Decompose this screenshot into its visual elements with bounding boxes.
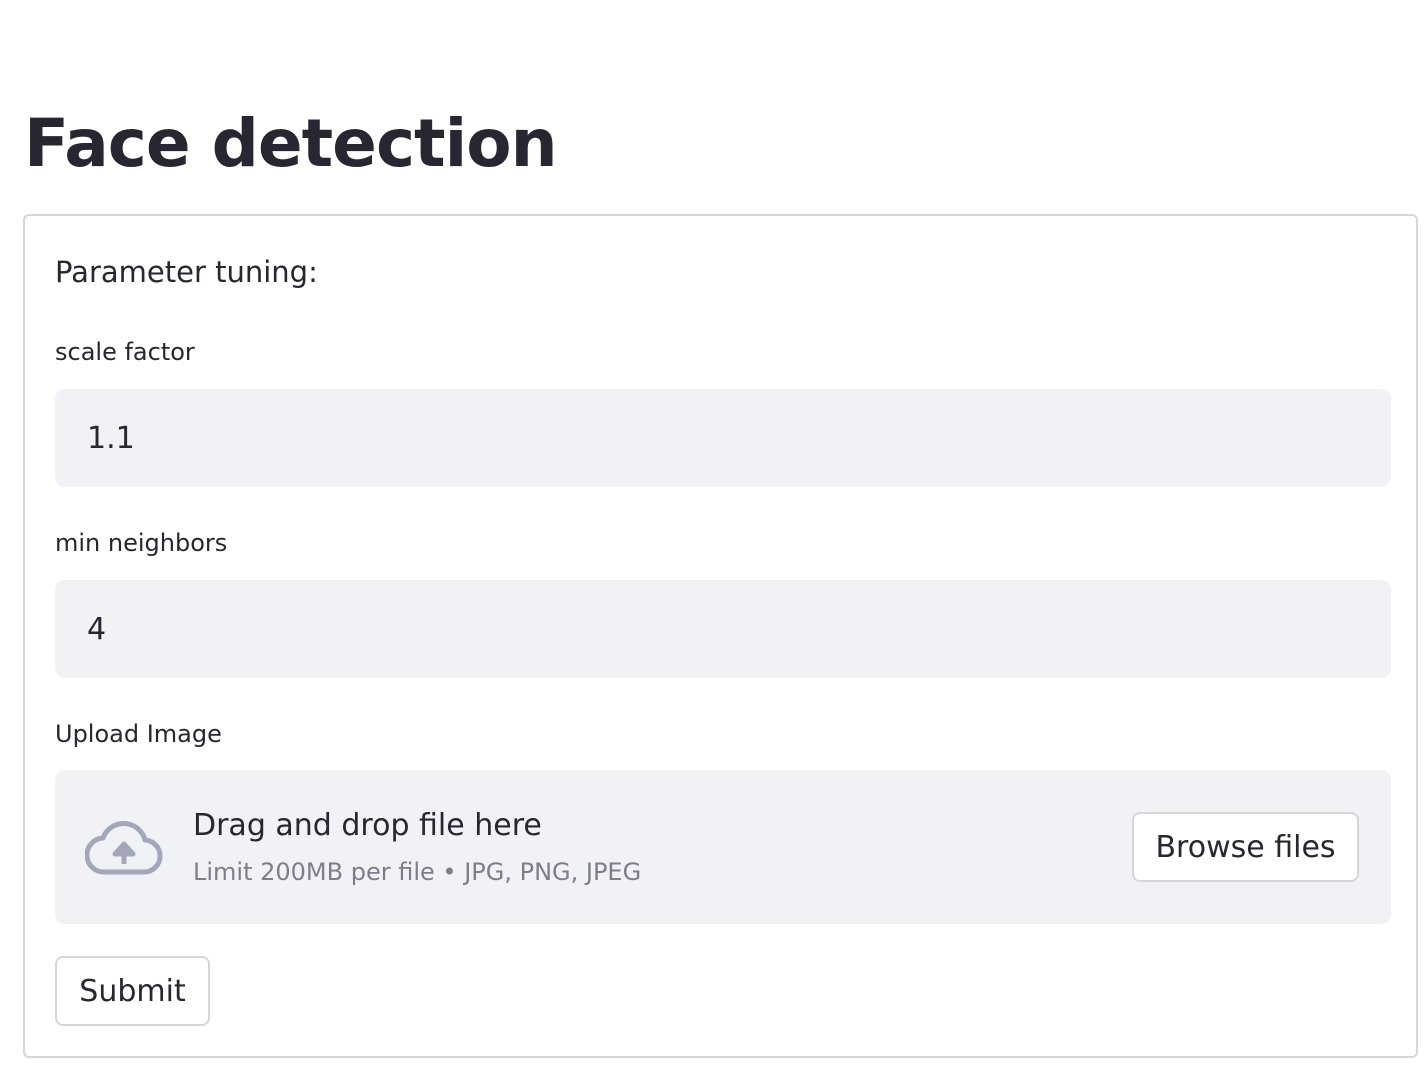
parameter-form: Parameter tuning: scale factor min neigh… bbox=[23, 214, 1418, 1058]
dropzone-limit-text: Limit 200MB per file • JPG, PNG, JPEG bbox=[193, 858, 642, 886]
file-dropzone[interactable]: Drag and drop file here Limit 200MB per … bbox=[55, 770, 1391, 924]
submit-button[interactable]: Submit bbox=[55, 956, 210, 1026]
section-heading: Parameter tuning: bbox=[55, 255, 318, 289]
scale-factor-input[interactable] bbox=[55, 389, 1391, 487]
scale-factor-label: scale factor bbox=[55, 338, 195, 366]
dropzone-instructions: Drag and drop file here bbox=[193, 808, 542, 843]
min-neighbors-input[interactable] bbox=[55, 580, 1391, 678]
upload-image-label: Upload Image bbox=[55, 720, 222, 748]
cloud-upload-icon bbox=[85, 820, 163, 875]
min-neighbors-label: min neighbors bbox=[55, 529, 228, 557]
browse-files-button[interactable]: Browse files bbox=[1132, 812, 1359, 882]
page-title: Face detection bbox=[24, 105, 558, 182]
